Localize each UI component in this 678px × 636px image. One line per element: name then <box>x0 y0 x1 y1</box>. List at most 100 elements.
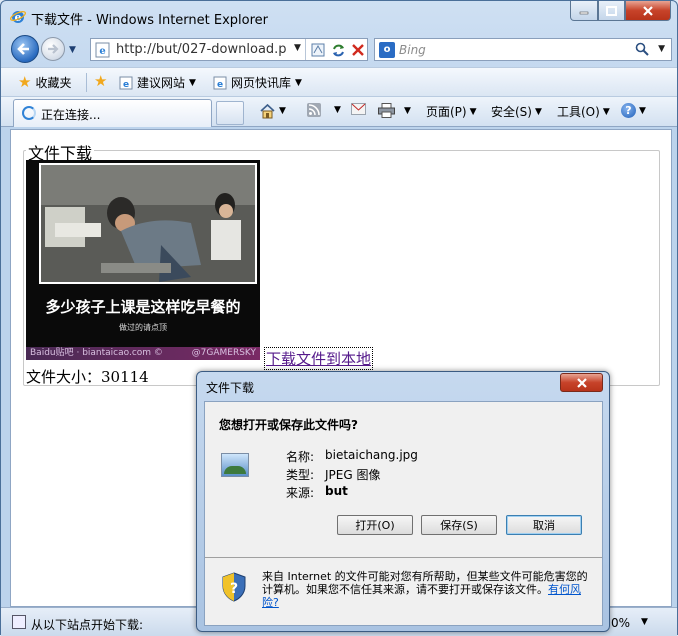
back-arrow-icon <box>17 43 29 55</box>
chevron-down-icon: ▼ <box>189 77 196 88</box>
save-button[interactable]: 保存(S) <box>421 515 497 535</box>
image-caption: 多少孩子上课是这样吃早餐的 <box>45 298 241 316</box>
forward-button[interactable] <box>41 37 65 61</box>
chevron-down-icon: ▼ <box>534 106 542 117</box>
classroom-photo <box>41 165 255 282</box>
chevron-down-icon: ▼ <box>295 77 302 88</box>
favorites-star-icon: ★ <box>18 73 32 91</box>
chevron-down-icon: ▼ <box>639 105 646 116</box>
suggested-sites-label: 建议网站 <box>137 76 186 90</box>
page-ie-icon: e <box>95 42 110 58</box>
help-icon: ? <box>621 103 636 118</box>
file-name-value: bietaichang.jpg <box>325 448 418 462</box>
svg-text:e: e <box>99 46 105 57</box>
svg-text:?: ? <box>230 581 238 597</box>
file-source-value: but <box>325 484 348 498</box>
status-text: 从以下站点开始下载: <box>31 618 144 632</box>
search-icon[interactable] <box>635 42 649 60</box>
page-menu[interactable]: 页面(P) ▼ <box>426 103 477 120</box>
compatibility-view-icon[interactable] <box>308 41 328 59</box>
safety-menu[interactable]: 安全(S) ▼ <box>491 103 542 120</box>
address-bar[interactable]: e http://but/027-download.p ▼ <box>90 38 368 61</box>
favorites-separator <box>86 73 87 92</box>
url-text[interactable]: http://but/027-download.p <box>116 42 292 57</box>
title-bar: e 下载文件 - Windows Internet Explorer <box>1 1 677 31</box>
dialog-title: 文件下载 <box>206 381 255 395</box>
download-status-icon <box>12 615 26 629</box>
rss-feed-icon <box>307 103 321 117</box>
minimize-button[interactable] <box>570 1 598 21</box>
recent-pages-dropdown-icon[interactable]: ▼ <box>69 45 76 55</box>
print-button[interactable]: ▼ <box>378 103 411 118</box>
download-file-link[interactable]: 下载文件到本地 <box>264 347 374 370</box>
tab-command-bar: 正在连接... ▼ ▼ ▼ 页面(P) ▼ 安全(S) ▼ 工具(O) ▼ ? … <box>1 97 677 127</box>
address-separator <box>305 39 306 60</box>
close-icon <box>576 377 587 388</box>
suggested-sites-link[interactable]: e 建议网站 ▼ <box>119 74 196 91</box>
tools-menu-label: 工具(O) <box>557 105 600 119</box>
page-ie-icon: e <box>213 76 227 90</box>
window-controls <box>570 1 671 21</box>
mail-icon <box>351 103 366 115</box>
forward-arrow-icon <box>48 44 59 54</box>
feeds-button[interactable]: ▼ <box>307 103 341 117</box>
maximize-button[interactable] <box>598 1 625 21</box>
preview-image: 多少孩子上课是这样吃早餐的 做过的请点顶 Baidu贴吧 · biantaica… <box>26 160 260 360</box>
warning-text: 来自 Internet 的文件可能对您有所帮助，但某些文件可能危害您的计算机。如… <box>262 570 588 596</box>
dialog-question: 您想打开或保存此文件吗? <box>219 418 358 432</box>
tools-menu[interactable]: 工具(O) ▼ <box>557 103 610 120</box>
address-dropdown-icon[interactable]: ▼ <box>294 43 301 53</box>
zoom-level[interactable]: 0% <box>611 616 630 630</box>
zoom-dropdown-icon[interactable]: ▼ <box>641 617 648 627</box>
maximize-icon <box>606 5 617 16</box>
svg-text:e: e <box>123 80 129 90</box>
refresh-icon[interactable] <box>328 41 348 59</box>
file-type-value: JPEG 图像 <box>325 468 381 482</box>
web-slice-gallery-link[interactable]: e 网页快讯库 ▼ <box>213 74 302 91</box>
image-subcaption: 做过的请点顶 <box>119 323 167 332</box>
image-file-icon <box>221 453 249 477</box>
home-icon <box>260 103 275 119</box>
dialog-close-button[interactable] <box>560 373 603 392</box>
safety-menu-label: 安全(S) <box>491 105 532 119</box>
navigation-bar: ▼ e http://but/027-download.p ▼ o Bing ▼ <box>1 32 677 66</box>
web-slice-gallery-label: 网页快讯库 <box>231 76 292 90</box>
page-menu-label: 页面(P) <box>426 105 467 119</box>
window-title: 下载文件 - Windows Internet Explorer <box>31 13 268 28</box>
search-placeholder: Bing <box>399 43 426 57</box>
chevron-down-icon: ▼ <box>404 105 411 116</box>
minimize-icon <box>579 11 589 14</box>
read-mail-button[interactable] <box>351 103 366 115</box>
watermark-right: @7GAMERSKY <box>191 348 256 358</box>
search-box[interactable]: o Bing ▼ <box>374 38 672 61</box>
tab-current[interactable]: 正在连接... <box>13 99 212 127</box>
home-button[interactable]: ▼ <box>259 103 286 119</box>
dialog-divider <box>205 557 602 558</box>
search-provider-icon: o <box>379 42 395 58</box>
search-options-dropdown-icon[interactable]: ▼ <box>658 44 665 54</box>
new-tab-button[interactable] <box>216 101 244 125</box>
source-label: 来源: <box>286 486 315 500</box>
security-shield-icon: ? <box>222 572 246 602</box>
loading-spinner-icon <box>22 106 36 120</box>
watermark-left: Baidu贴吧 · biantaicao.com © <box>30 348 163 358</box>
favorites-bar: ★ 收藏夹 ★ e 建议网站 ▼ e 网页快讯库 ▼ <box>1 67 677 97</box>
cancel-button[interactable]: 取消 <box>506 515 582 535</box>
stop-icon[interactable] <box>348 41 368 59</box>
photo-frame <box>39 163 257 284</box>
chevron-down-icon: ▼ <box>469 106 477 117</box>
favorites-button[interactable]: ★ 收藏夹 <box>18 74 71 91</box>
help-menu[interactable]: ? ▼ <box>621 103 646 118</box>
type-label: 类型: <box>286 468 315 482</box>
svg-text:e: e <box>217 80 223 90</box>
add-to-favorites-bar-button[interactable]: ★ <box>94 74 107 89</box>
close-window-button[interactable] <box>625 1 671 21</box>
close-icon <box>643 5 653 16</box>
file-size-text: 文件大小：30114 <box>26 368 149 386</box>
ie-logo-icon: e <box>10 11 26 24</box>
open-button[interactable]: 打开(O) <box>337 515 413 535</box>
back-button[interactable] <box>11 35 39 63</box>
printer-icon <box>378 103 395 118</box>
add-favorite-star-icon: ★ <box>94 72 108 90</box>
favorites-label: 收藏夹 <box>35 76 72 90</box>
